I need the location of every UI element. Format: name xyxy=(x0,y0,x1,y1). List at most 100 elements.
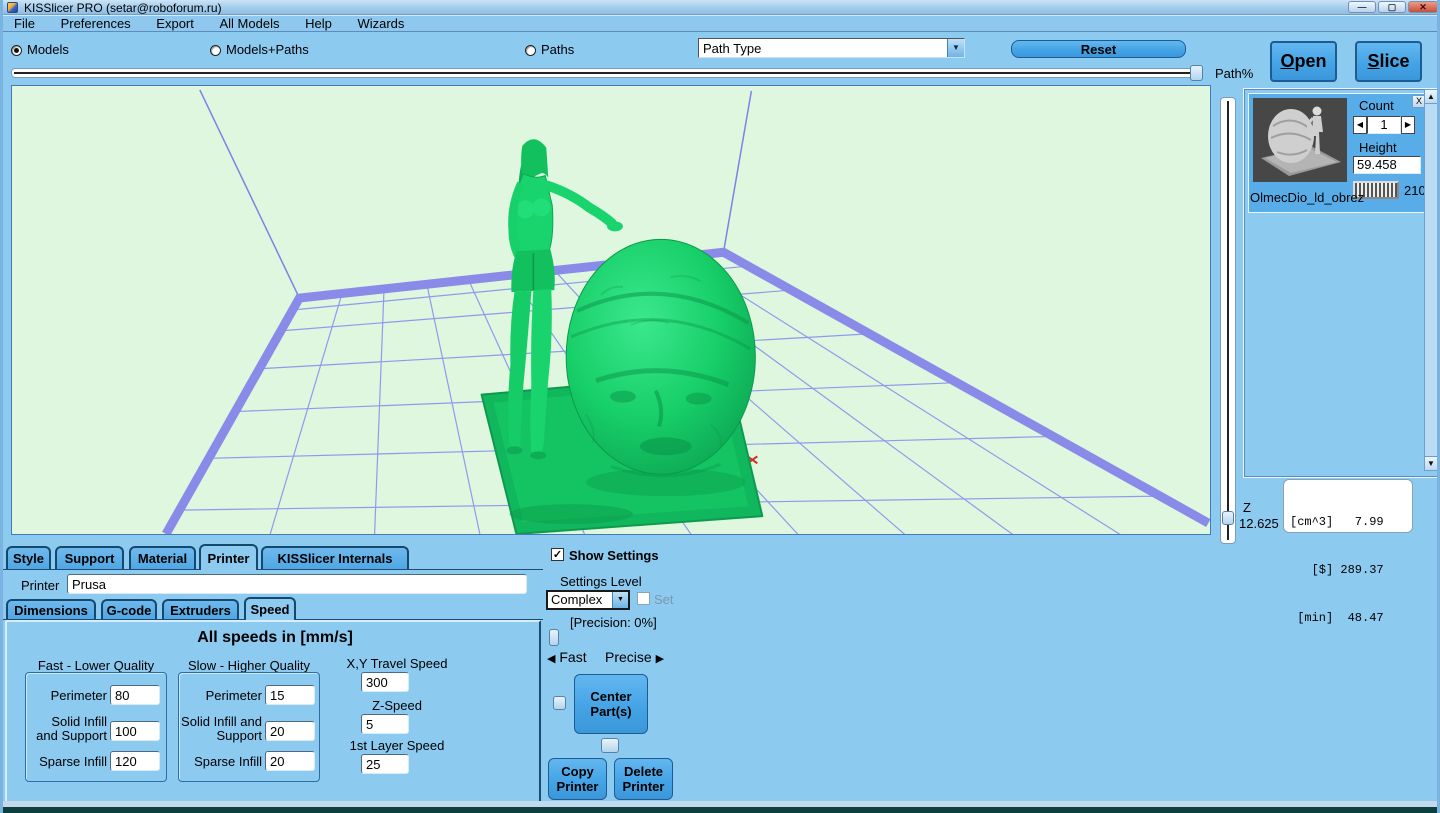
tab-kisslicer-internals[interactable]: KISSlicer Internals xyxy=(261,546,409,569)
tab-speed[interactable]: Speed xyxy=(244,597,296,620)
slice-button[interactable]: Slice xyxy=(1355,41,1422,82)
right-triangle-icon: ▶ xyxy=(656,653,664,665)
path-type-dropdown[interactable]: Path Type ▼ xyxy=(698,38,965,58)
height-label: Height xyxy=(1359,140,1397,155)
fast-end-label: ◀ Fast xyxy=(547,649,587,665)
scrollbar-track[interactable] xyxy=(1424,104,1438,456)
width-value: 210 xyxy=(1404,183,1426,198)
tab-baseline xyxy=(3,569,543,570)
slow-group-title: Slow - Higher Quality xyxy=(178,658,320,673)
path-type-value: Path Type xyxy=(699,41,947,56)
fast-perimeter-input[interactable] xyxy=(110,685,160,705)
tab-extruders[interactable]: Extruders xyxy=(162,599,239,619)
menu-file[interactable]: File xyxy=(3,16,46,31)
app-icon xyxy=(7,2,18,13)
radio-paths-dot[interactable] xyxy=(525,45,536,56)
menu-export[interactable]: Export xyxy=(145,16,205,31)
chevron-down-icon[interactable]: ▼ xyxy=(612,592,628,608)
tab-printer[interactable]: Printer xyxy=(199,544,258,570)
set-checkbox[interactable] xyxy=(637,592,650,605)
slow-sparse-infill-input[interactable] xyxy=(265,751,315,771)
speed-panel: All speeds in [mm/s] Fast - Lower Qualit… xyxy=(5,620,541,807)
first-layer-speed-input[interactable] xyxy=(361,754,409,774)
window-frame-edge xyxy=(3,807,1440,813)
precision-slider-thumb[interactable] xyxy=(549,629,559,646)
fast-sparse-infill-input[interactable] xyxy=(110,751,160,771)
3d-viewport[interactable] xyxy=(11,85,1211,535)
z-slider-thumb[interactable] xyxy=(1222,511,1234,525)
center-parts-button[interactable]: Center Part(s) xyxy=(574,674,648,734)
model-name: OlmecDio_ld_obrez xyxy=(1250,190,1364,205)
part-z-mini-slider-thumb[interactable] xyxy=(553,696,566,710)
z-speed-input[interactable] xyxy=(361,714,409,734)
print-stats: [cm^3] 7.99 [$] 289.37 [min] 48.47 xyxy=(1283,479,1413,533)
part-rotate-mini-slider-thumb[interactable] xyxy=(601,738,619,753)
show-settings-label: Show Settings xyxy=(569,548,659,563)
set-label: Set xyxy=(654,592,674,607)
printer-label: Printer xyxy=(21,578,59,593)
radio-models-dot[interactable] xyxy=(11,45,22,56)
slow-perimeter-label: Perimeter xyxy=(180,689,262,703)
radio-models-paths[interactable]: Models+Paths xyxy=(210,42,309,57)
menu-preferences[interactable]: Preferences xyxy=(50,16,142,31)
fast-group-title: Fast - Lower Quality xyxy=(25,658,167,673)
fast-sparse-infill-label: Sparse Infill xyxy=(27,755,107,769)
path-percent-label: Path% xyxy=(1215,66,1253,81)
menu-wizards[interactable]: Wizards xyxy=(346,16,415,31)
tab-dimensions[interactable]: Dimensions xyxy=(6,599,96,619)
path-percent-slider[interactable] xyxy=(11,68,1202,78)
reset-button[interactable]: Reset xyxy=(1011,40,1186,58)
speed-panel-title: All speeds in [mm/s] xyxy=(7,629,543,647)
left-triangle-icon: ◀ xyxy=(547,653,555,665)
travel-speed-input[interactable] xyxy=(361,672,409,692)
count-label: Count xyxy=(1359,98,1394,113)
fast-solid-infill-label: Solid Infill and Support xyxy=(27,715,107,743)
radio-models[interactable]: Models xyxy=(11,42,69,57)
slow-sparse-infill-label: Sparse Infill xyxy=(180,755,262,769)
menu-all-models[interactable]: All Models xyxy=(209,16,291,31)
count-increment[interactable]: ▶ xyxy=(1401,116,1415,134)
precision-label: [Precision: 0%] xyxy=(570,615,657,630)
stat-time: [min] 48.47 xyxy=(1290,610,1406,626)
tab-style[interactable]: Style xyxy=(6,546,51,569)
count-input[interactable]: 1 xyxy=(1367,116,1401,134)
menu-help[interactable]: Help xyxy=(294,16,343,31)
path-percent-slider-thumb[interactable] xyxy=(1190,65,1203,81)
tab-gcode[interactable]: G-code xyxy=(101,599,157,619)
radio-paths[interactable]: Paths xyxy=(525,42,574,57)
travel-speed-label: X,Y Travel Speed xyxy=(327,656,467,671)
show-settings-checkbox[interactable]: ✓ xyxy=(551,548,564,561)
slow-solid-infill-input[interactable] xyxy=(265,721,315,741)
first-layer-speed-label: 1st Layer Speed xyxy=(327,738,467,753)
minimize-button[interactable]: — xyxy=(1348,1,1376,13)
delete-printer-button[interactable]: Delete Printer xyxy=(614,758,673,800)
z-axis-label: Z xyxy=(1243,500,1251,515)
title-bar[interactable]: KISSlicer PRO (setar@roboforum.ru) — ▢ ✕ xyxy=(3,0,1440,15)
open-button[interactable]: Open xyxy=(1270,41,1337,82)
tab-material[interactable]: Material xyxy=(129,546,196,569)
stat-cost: [$] 289.37 xyxy=(1290,562,1406,578)
tab-support[interactable]: Support xyxy=(55,546,124,569)
slow-solid-infill-label: Solid Infill and Support xyxy=(180,715,262,743)
close-button[interactable]: ✕ xyxy=(1408,1,1438,13)
model-list-panel: Count ◀ 1 ▶ Height 59.458 210 X OlmecDio… xyxy=(1243,88,1439,478)
z-axis-value: 12.625 xyxy=(1239,516,1279,531)
chevron-down-icon[interactable]: ▼ xyxy=(947,39,964,57)
count-decrement[interactable]: ◀ xyxy=(1353,116,1367,134)
fast-perimeter-label: Perimeter xyxy=(27,689,107,703)
scroll-up-icon[interactable]: ▲ xyxy=(1424,89,1438,104)
copy-printer-button[interactable]: Copy Printer xyxy=(548,758,607,800)
radio-models-paths-dot[interactable] xyxy=(210,45,221,56)
maximize-button[interactable]: ▢ xyxy=(1378,1,1406,13)
settings-level-dropdown[interactable]: Complex ▼ xyxy=(546,590,630,610)
scroll-down-icon[interactable]: ▼ xyxy=(1424,456,1438,471)
stat-volume: [cm^3] 7.99 xyxy=(1290,514,1406,530)
height-input[interactable]: 59.458 xyxy=(1353,156,1421,174)
build-platform-scene xyxy=(12,86,1210,534)
printer-name-input[interactable] xyxy=(67,574,527,594)
model-thumbnail xyxy=(1253,98,1347,182)
precise-end-label: Precise ▶ xyxy=(605,649,664,665)
fast-solid-infill-input[interactable] xyxy=(110,721,160,741)
z-slider[interactable] xyxy=(1220,97,1236,544)
slow-perimeter-input[interactable] xyxy=(265,685,315,705)
